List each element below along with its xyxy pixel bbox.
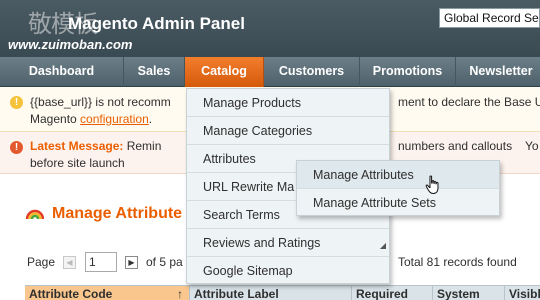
- app-logo[interactable]: Magento Admin Panel: [68, 14, 245, 34]
- column-label: Attribute Code: [29, 287, 113, 300]
- global-search-input[interactable]: Global Record Search: [439, 8, 540, 28]
- menu-item-manage-attribute-sets[interactable]: Manage Attribute Sets: [297, 189, 499, 217]
- latest-message-text-end: numbers and callouts: [398, 139, 513, 153]
- watermark-url: www.zuimoban.com: [8, 37, 133, 52]
- menu-item-manage-attributes[interactable]: Manage Attributes: [297, 161, 499, 189]
- next-page-icon[interactable]: ▶: [125, 256, 138, 269]
- nav-dashboard[interactable]: Dashboard: [0, 57, 124, 87]
- column-attribute-code[interactable]: Attribute Code ↑: [25, 286, 190, 300]
- page-number-input[interactable]: 1: [85, 252, 117, 272]
- nav-catalog[interactable]: Catalog: [185, 57, 264, 87]
- submenu-arrow-icon: ◢: [379, 241, 386, 250]
- critical-icon: !: [10, 141, 23, 154]
- menu-item-reviews-ratings[interactable]: Reviews and Ratings: [187, 229, 389, 257]
- notice-text-start: {{base_url}} is not recomm: [30, 95, 171, 109]
- column-system[interactable]: System: [433, 286, 505, 300]
- warning-icon: !: [10, 96, 23, 109]
- nav-promotions[interactable]: Promotions: [360, 57, 456, 87]
- nav-newsletter[interactable]: Newsletter: [456, 57, 540, 87]
- nav-sales[interactable]: Sales: [124, 57, 185, 87]
- column-required[interactable]: Required: [352, 286, 433, 300]
- total-records: Total 81 records found: [398, 255, 517, 269]
- main-navigation: Dashboard Sales Catalog Customers Promot…: [0, 57, 540, 87]
- sort-asc-icon: ↑: [177, 287, 183, 300]
- latest-message-text: Remin: [126, 139, 162, 153]
- notice-prefix: Magento: [30, 112, 81, 126]
- menu-item-manage-products[interactable]: Manage Products: [187, 89, 389, 117]
- column-visible[interactable]: Visible: [505, 286, 540, 300]
- column-attribute-label[interactable]: Attribute Label: [190, 286, 352, 300]
- attributes-submenu: Manage Attributes Manage Attribute Sets: [296, 160, 500, 216]
- menu-item-google-sitemap[interactable]: Google Sitemap: [187, 257, 389, 285]
- latest-message-line2: before site launch: [30, 156, 125, 170]
- latest-message-label: Latest Message:: [30, 139, 124, 153]
- page-title: Manage Attribute: [52, 205, 183, 222]
- rainbow-icon: [26, 209, 44, 220]
- configuration-link[interactable]: configuration: [80, 112, 149, 126]
- notice-suffix: .: [148, 112, 153, 126]
- previous-page-icon[interactable]: ◀: [63, 256, 76, 269]
- latest-message-right: Yo: [525, 139, 539, 153]
- pager-label: Page: [27, 255, 56, 269]
- pager-of-pages: of 5 pa: [146, 255, 183, 269]
- header-bar: 敬模板 Magento Admin Panel www.zuimoban.com…: [0, 0, 540, 57]
- menu-item-manage-categories[interactable]: Manage Categories: [187, 117, 389, 145]
- grid-header: Attribute Code ↑ Attribute Label Require…: [25, 285, 540, 300]
- hand-cursor-icon: [425, 175, 439, 195]
- notice-text-end: ment to declare the Base Ur: [398, 95, 540, 109]
- nav-customers[interactable]: Customers: [264, 57, 360, 87]
